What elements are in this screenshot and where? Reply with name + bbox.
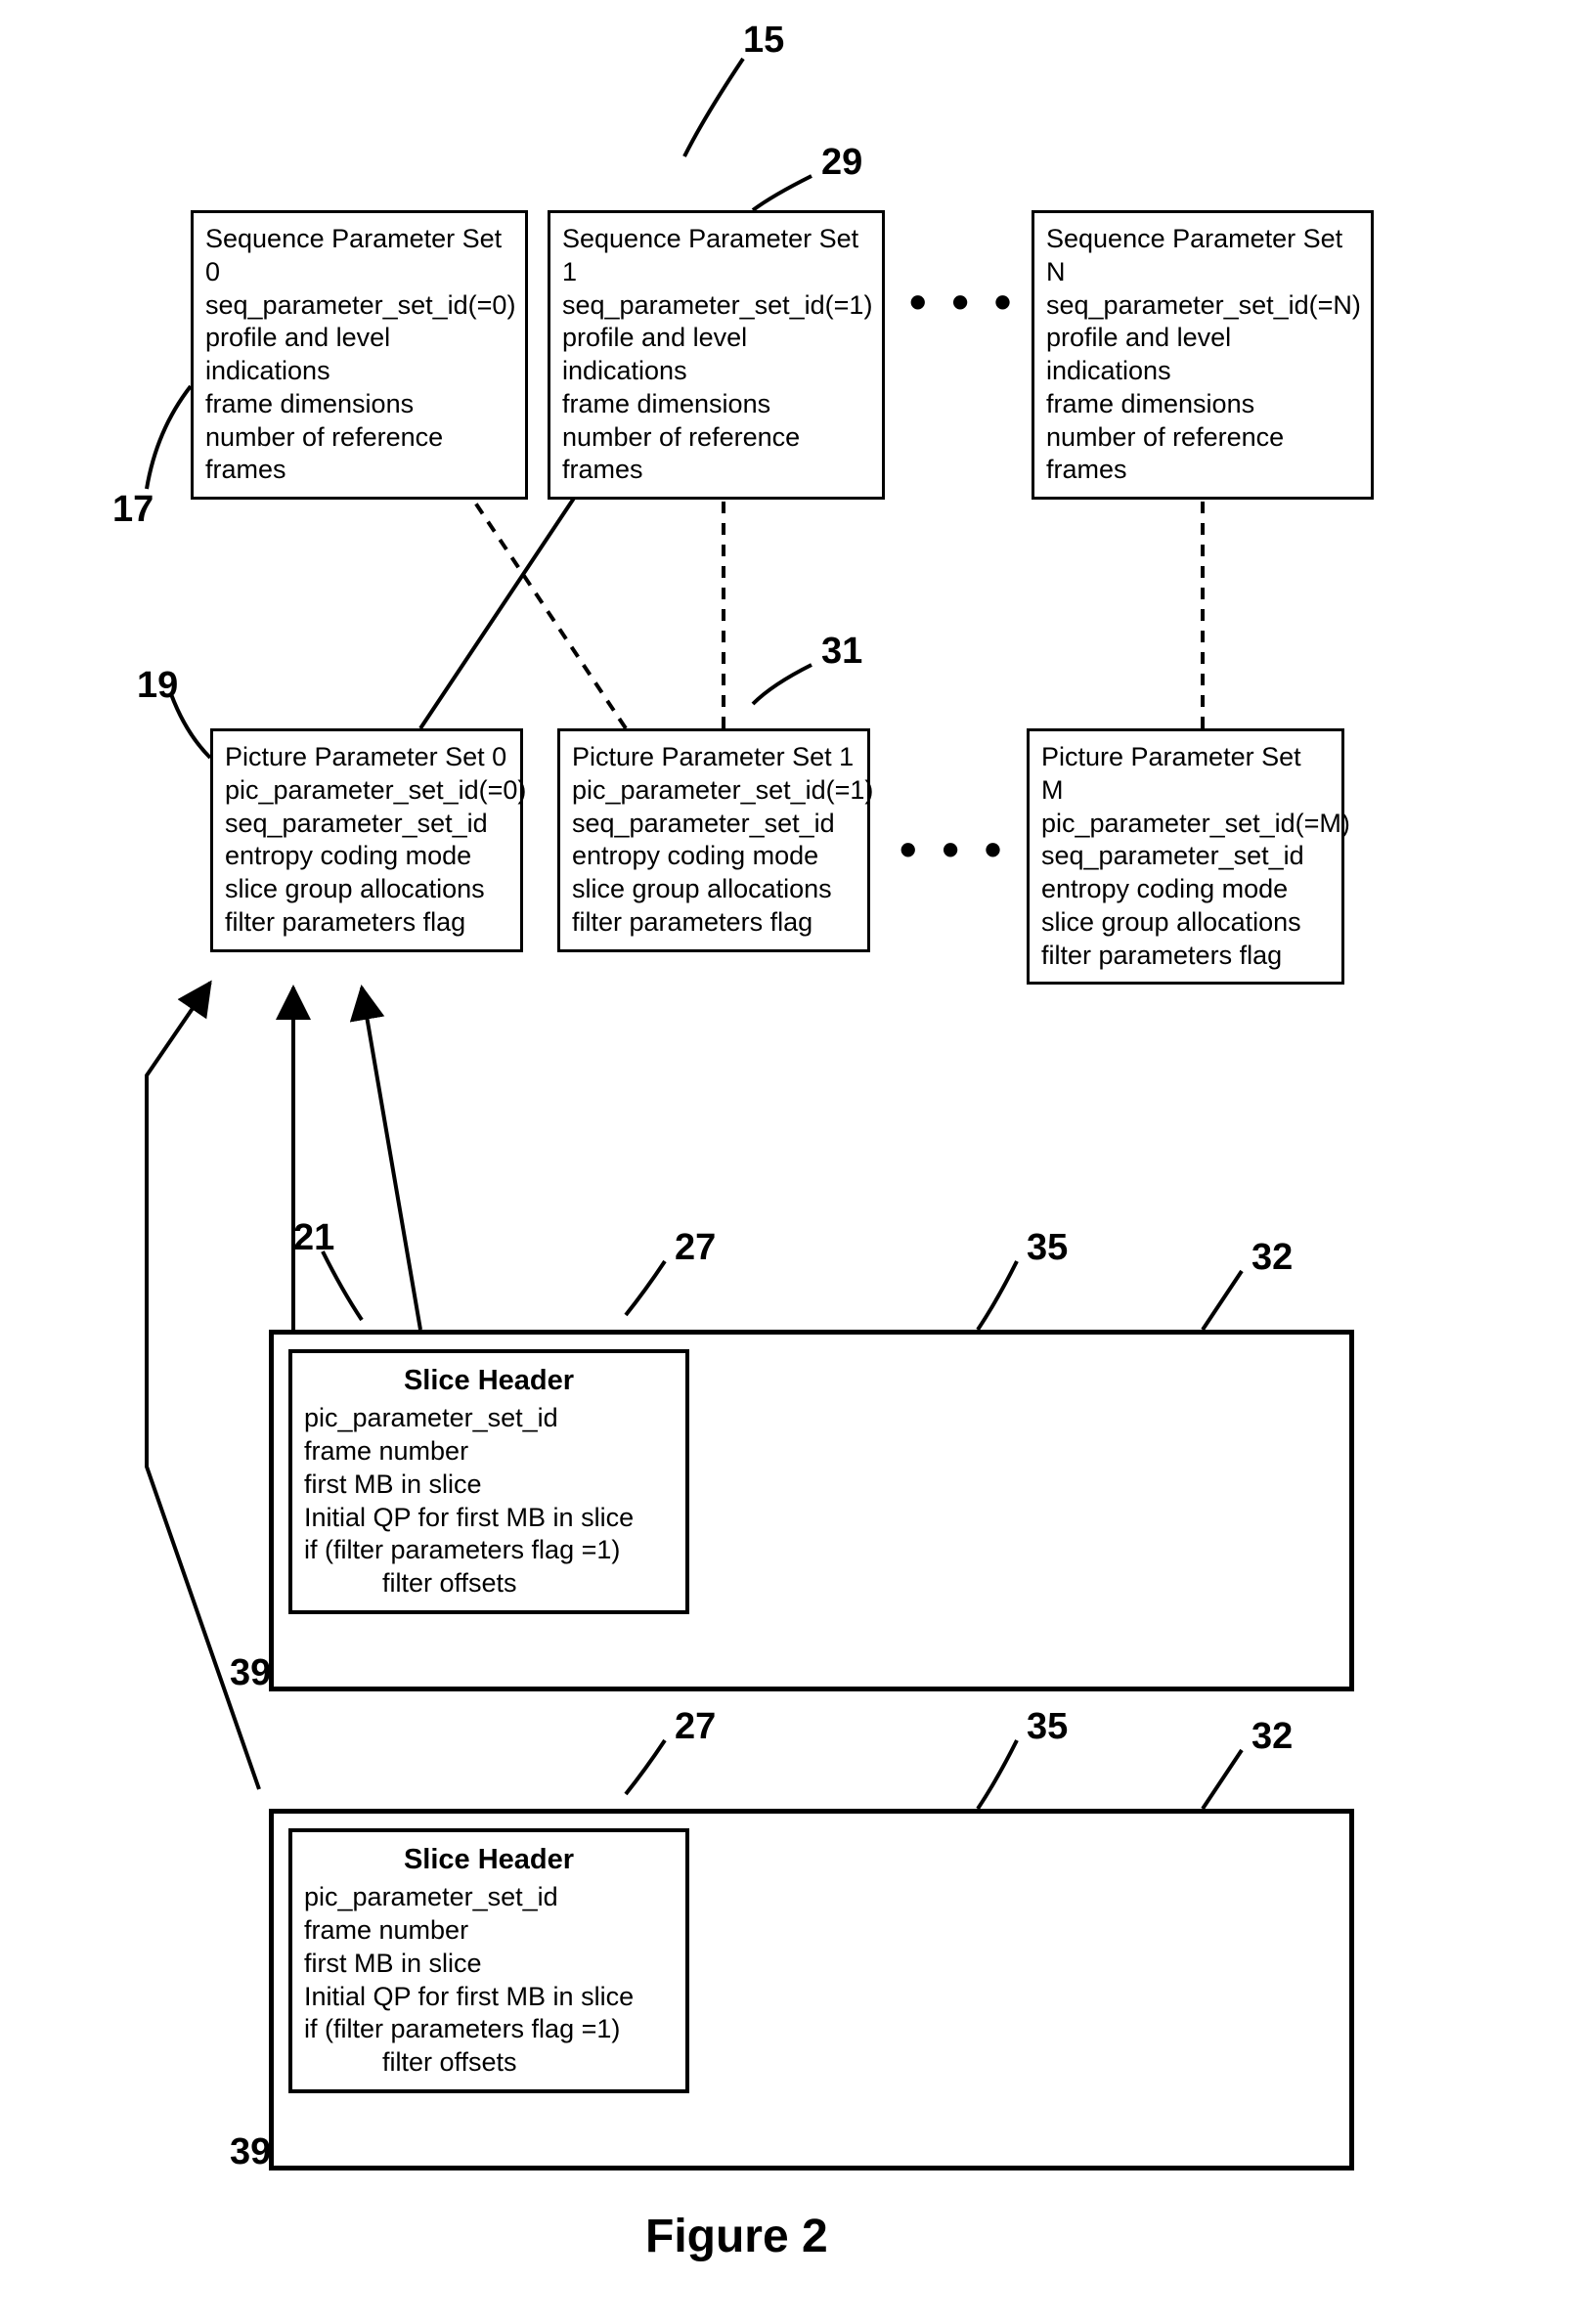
sps0-title: Sequence Parameter Set 0 xyxy=(205,223,513,289)
slice-container-2: Slice Header pic_parameter_set_id frame … xyxy=(269,1809,1354,2171)
slice2-l6: filter offsets xyxy=(304,2046,674,2080)
spsN-l5: number of reference frames xyxy=(1046,421,1359,488)
label-39a: 39 xyxy=(230,1652,271,1694)
pps1-title: Picture Parameter Set 1 xyxy=(572,741,856,774)
sps1-l4: frame dimensions xyxy=(562,388,870,421)
ellipsis-sps: • • • xyxy=(909,274,1017,330)
ppsM-l3: seq_parameter_set_id xyxy=(1041,840,1330,873)
slice1-l5: if (filter parameters flag =1) xyxy=(304,1534,674,1567)
slice2-l5: if (filter parameters flag =1) xyxy=(304,2013,674,2046)
pps0-l5: slice group allocations xyxy=(225,873,508,906)
label-19: 19 xyxy=(137,665,178,707)
slice2-l3: first MB in slice xyxy=(304,1948,674,1981)
ppsM-box: Picture Parameter Set M pic_parameter_se… xyxy=(1027,728,1344,985)
label-35a: 35 xyxy=(1027,1227,1068,1269)
ppsM-title: Picture Parameter Set M xyxy=(1041,741,1330,808)
label-17: 17 xyxy=(112,489,154,531)
label-32a: 32 xyxy=(1252,1237,1293,1279)
slice2-l2: frame number xyxy=(304,1914,674,1948)
pps1-l3: seq_parameter_set_id xyxy=(572,808,856,841)
label-29: 29 xyxy=(821,142,862,184)
spsN-l2: seq_parameter_set_id(=N) xyxy=(1046,289,1359,323)
ppsM-l5: slice group allocations xyxy=(1041,906,1330,940)
ellipsis-pps: • • • xyxy=(900,821,1007,878)
sps1-box: Sequence Parameter Set 1 seq_parameter_s… xyxy=(548,210,885,500)
label-39b: 39 xyxy=(230,2131,271,2173)
slice1-l1: pic_parameter_set_id xyxy=(304,1402,674,1435)
spsN-l4: frame dimensions xyxy=(1046,388,1359,421)
pps0-l3: seq_parameter_set_id xyxy=(225,808,508,841)
ppsM-l6: filter parameters flag xyxy=(1041,940,1330,973)
slice2-title: Slice Header xyxy=(304,1842,674,1877)
label-35b: 35 xyxy=(1027,1706,1068,1748)
slice2-l1: pic_parameter_set_id xyxy=(304,1881,674,1914)
ppsM-l2: pic_parameter_set_id(=M) xyxy=(1041,808,1330,841)
sps0-l4: frame dimensions xyxy=(205,388,513,421)
sps1-title: Sequence Parameter Set 1 xyxy=(562,223,870,289)
slice1-l4: Initial QP for first MB in slice xyxy=(304,1502,674,1535)
pps0-title: Picture Parameter Set 0 xyxy=(225,741,508,774)
sps1-l3: profile and level indications xyxy=(562,322,870,388)
pps0-l6: filter parameters flag xyxy=(225,906,508,940)
pps0-l2: pic_parameter_set_id(=0) xyxy=(225,774,508,808)
sps0-l2: seq_parameter_set_id(=0) xyxy=(205,289,513,323)
sps0-l3: profile and level indications xyxy=(205,322,513,388)
pps0-l4: entropy coding mode xyxy=(225,840,508,873)
pps1-box: Picture Parameter Set 1 pic_parameter_se… xyxy=(557,728,870,952)
slice1-l6: filter offsets xyxy=(304,1567,674,1600)
sps0-box: Sequence Parameter Set 0 seq_parameter_s… xyxy=(191,210,528,500)
pps0-box: Picture Parameter Set 0 pic_parameter_se… xyxy=(210,728,523,952)
label-21: 21 xyxy=(293,1217,334,1259)
slice1-l2: frame number xyxy=(304,1435,674,1469)
label-31: 31 xyxy=(821,631,862,673)
ppsM-l4: entropy coding mode xyxy=(1041,873,1330,906)
label-27a: 27 xyxy=(675,1227,716,1269)
label-27b: 27 xyxy=(675,1706,716,1748)
pps1-l6: filter parameters flag xyxy=(572,906,856,940)
slice1-l3: first MB in slice xyxy=(304,1469,674,1502)
sps1-l5: number of reference frames xyxy=(562,421,870,488)
slice-header-box-1: Slice Header pic_parameter_set_id frame … xyxy=(288,1349,689,1614)
slice1-title: Slice Header xyxy=(304,1363,674,1398)
pps1-l2: pic_parameter_set_id(=1) xyxy=(572,774,856,808)
label-15: 15 xyxy=(743,20,784,62)
pps1-l4: entropy coding mode xyxy=(572,840,856,873)
slice-header-box-2: Slice Header pic_parameter_set_id frame … xyxy=(288,1828,689,2093)
spsN-l3: profile and level indications xyxy=(1046,322,1359,388)
spsN-box: Sequence Parameter Set N seq_parameter_s… xyxy=(1032,210,1374,500)
spsN-title: Sequence Parameter Set N xyxy=(1046,223,1359,289)
sps1-l2: seq_parameter_set_id(=1) xyxy=(562,289,870,323)
slice-container-1: Slice Header pic_parameter_set_id frame … xyxy=(269,1330,1354,1691)
pps1-l5: slice group allocations xyxy=(572,873,856,906)
sps0-l5: number of reference frames xyxy=(205,421,513,488)
figure-title: Figure 2 xyxy=(645,2210,828,2263)
label-32b: 32 xyxy=(1252,1716,1293,1758)
slice2-l4: Initial QP for first MB in slice xyxy=(304,1981,674,2014)
